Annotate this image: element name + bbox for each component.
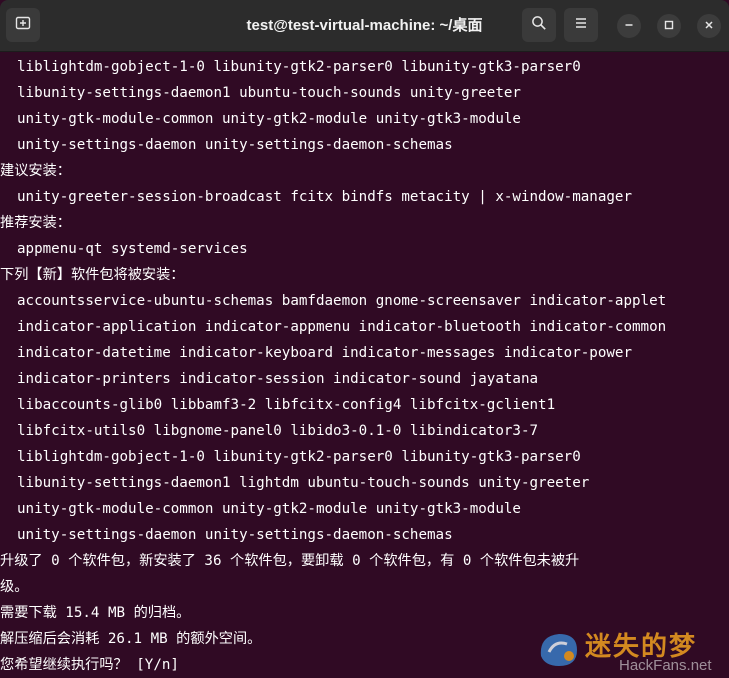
- watermark-logo: 迷失的梦 HackFans.net: [533, 624, 719, 674]
- terminal-line: unity-gtk-module-common unity-gtk2-modul…: [17, 501, 521, 517]
- watermark-subtext: HackFans.net: [619, 657, 712, 674]
- terminal-window: test@test-virtual-machine: ~/桌面 liblight…: [0, 0, 729, 678]
- terminal-line: accountsservice-ubuntu-schemas bamfdaemo…: [17, 293, 667, 309]
- terminal-line: indicator-datetime indicator-keyboard in…: [17, 345, 632, 361]
- maximize-button[interactable]: [657, 14, 681, 38]
- terminal-line: appmenu-qt systemd-services: [17, 241, 248, 257]
- terminal-line: liblightdm-gobject-1-0 libunity-gtk2-par…: [17, 59, 581, 75]
- menu-button[interactable]: [564, 8, 598, 42]
- close-icon: [704, 17, 714, 35]
- terminal-line: unity-settings-daemon unity-settings-dae…: [17, 527, 453, 543]
- terminal-line: 下列【新】软件包将被安装：: [0, 267, 185, 283]
- terminal-line: unity-greeter-session-broadcast fcitx bi…: [17, 189, 632, 205]
- terminal-line: unity-settings-daemon unity-settings-dae…: [17, 137, 453, 153]
- terminal-line: libunity-settings-daemon1 ubuntu-touch-s…: [17, 85, 521, 101]
- search-icon: [531, 15, 547, 36]
- maximize-icon: [664, 17, 674, 35]
- terminal-line: 建议安装：: [0, 163, 71, 179]
- hamburger-menu-icon: [573, 15, 589, 36]
- terminal-output[interactable]: liblightdm-gobject-1-0 libunity-gtk2-par…: [0, 52, 729, 678]
- search-button[interactable]: [522, 8, 556, 42]
- terminal-line: unity-gtk-module-common unity-gtk2-modul…: [17, 111, 521, 127]
- terminal-line: 级。: [0, 579, 29, 595]
- close-button[interactable]: [697, 14, 721, 38]
- terminal-line: libunity-settings-daemon1 lightdm ubuntu…: [17, 475, 590, 491]
- terminal-line: indicator-application indicator-appmenu …: [17, 319, 667, 335]
- terminal-line: indicator-printers indicator-session ind…: [17, 371, 539, 387]
- terminal-line: libfcitx-utils0 libgnome-panel0 libido3-…: [17, 423, 539, 439]
- terminal-line: libaccounts-glib0 libbamf3-2 libfcitx-co…: [17, 397, 556, 413]
- title-bar[interactable]: test@test-virtual-machine: ~/桌面: [0, 0, 729, 52]
- minimize-icon: [624, 17, 634, 35]
- terminal-line: 推荐安装：: [0, 215, 71, 231]
- minimize-button[interactable]: [617, 14, 641, 38]
- terminal-line: 升级了 0 个软件包，新安装了 36 个软件包，要卸载 0 个软件包，有 0 个…: [0, 553, 580, 569]
- terminal-line: liblightdm-gobject-1-0 libunity-gtk2-par…: [17, 449, 581, 465]
- terminal-line: 需要下载 15.4 MB 的归档。: [0, 605, 191, 621]
